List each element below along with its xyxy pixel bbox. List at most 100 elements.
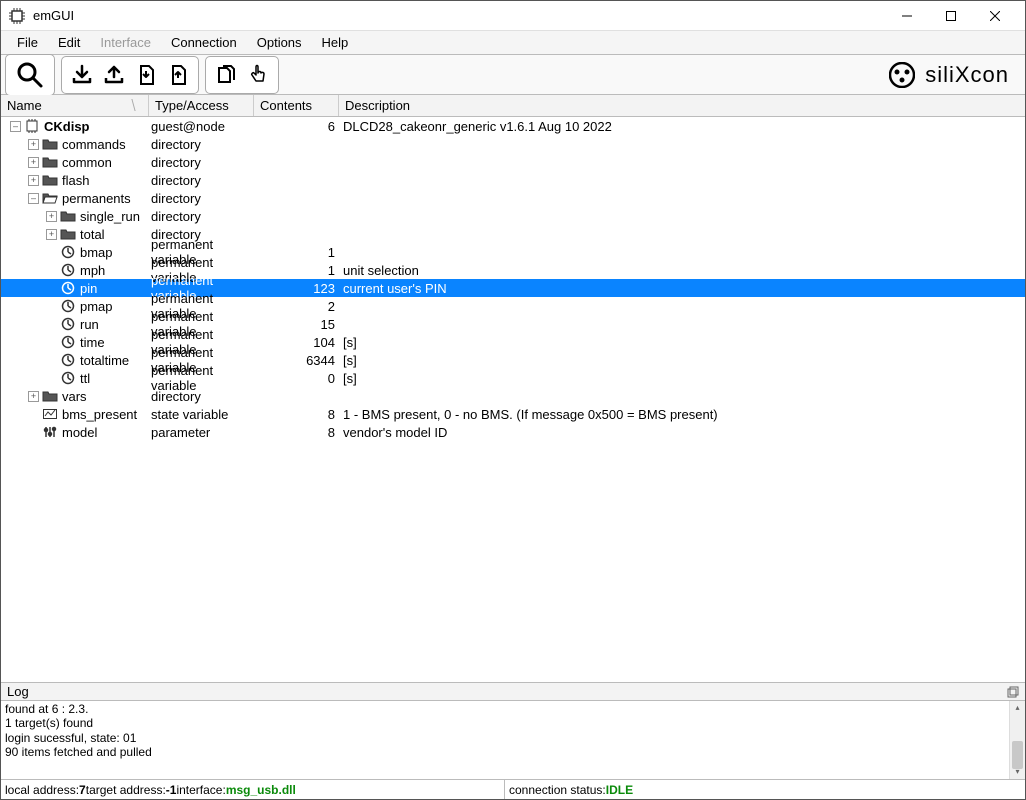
duplicate-icon bbox=[215, 64, 237, 86]
expand-icon[interactable]: + bbox=[28, 175, 39, 186]
expand-icon[interactable]: + bbox=[28, 391, 39, 402]
expand-icon[interactable]: + bbox=[28, 157, 39, 168]
file-in-icon bbox=[135, 64, 157, 86]
row-contents: 123 bbox=[254, 281, 339, 296]
export-file-button[interactable] bbox=[163, 60, 193, 90]
row-type: directory bbox=[149, 155, 254, 170]
log-title: Log bbox=[7, 684, 29, 699]
log-line: 90 items fetched and pulled bbox=[5, 745, 1021, 759]
menu-connection[interactable]: Connection bbox=[161, 33, 247, 52]
import-file-button[interactable] bbox=[131, 60, 161, 90]
row-label: permanents bbox=[62, 191, 131, 206]
row-label: pin bbox=[80, 281, 97, 296]
column-name[interactable]: Name bbox=[1, 95, 149, 116]
expander-spacer bbox=[46, 247, 57, 258]
tree-row[interactable]: + common directory bbox=[1, 153, 1025, 171]
hand-pointer-icon bbox=[247, 64, 269, 86]
popout-icon[interactable] bbox=[1007, 686, 1019, 698]
log-line: found at 6 : 2.3. bbox=[5, 702, 1021, 716]
folder-icon bbox=[60, 209, 76, 223]
var-icon bbox=[60, 245, 76, 259]
tree-row[interactable]: ttlpermanent variable0[s] bbox=[1, 369, 1025, 387]
row-label: flash bbox=[62, 173, 89, 188]
tree-row[interactable]: bms_presentstate variable81 - BMS presen… bbox=[1, 405, 1025, 423]
var-icon bbox=[60, 317, 76, 331]
scroll-down-icon[interactable]: ▾ bbox=[1010, 765, 1025, 779]
expand-icon[interactable]: + bbox=[46, 229, 57, 240]
row-contents: 104 bbox=[254, 335, 339, 350]
log-line: 1 target(s) found bbox=[5, 716, 1021, 730]
var-icon bbox=[60, 371, 76, 385]
expand-icon[interactable]: + bbox=[28, 139, 39, 150]
column-type[interactable]: Type/Access bbox=[149, 95, 254, 116]
row-label: CKdisp bbox=[44, 119, 90, 134]
tree-row[interactable]: modelparameter8vendor's model ID bbox=[1, 423, 1025, 441]
row-type: directory bbox=[149, 209, 254, 224]
folder-icon bbox=[60, 227, 76, 241]
column-header: Name Type/Access Contents Description bbox=[1, 95, 1025, 117]
pointer-button[interactable] bbox=[243, 60, 273, 90]
close-button[interactable] bbox=[973, 2, 1017, 30]
expander-spacer bbox=[28, 409, 39, 420]
brand-icon bbox=[889, 62, 915, 88]
column-contents[interactable]: Contents bbox=[254, 95, 339, 116]
param-icon bbox=[42, 425, 58, 439]
tree-row[interactable]: +flashdirectory bbox=[1, 171, 1025, 189]
row-label: pmap bbox=[80, 299, 113, 314]
expand-icon[interactable]: + bbox=[46, 211, 57, 222]
row-contents: 0 bbox=[254, 371, 339, 386]
log-scrollbar[interactable]: ▴ ▾ bbox=[1009, 701, 1025, 779]
state-icon bbox=[42, 407, 58, 421]
folder-icon bbox=[42, 389, 58, 403]
row-label: common bbox=[62, 155, 112, 170]
expander-spacer bbox=[46, 373, 57, 384]
row-description: [s] bbox=[339, 353, 1025, 368]
row-contents: 8 bbox=[254, 425, 339, 440]
menu-options[interactable]: Options bbox=[247, 33, 312, 52]
log-body[interactable]: found at 6 : 2.3.1 target(s) foundlogin … bbox=[1, 701, 1025, 779]
collapse-icon[interactable]: – bbox=[10, 121, 21, 132]
tree-row[interactable]: –CKdispguest@node6DLCD28_cakeonr_generic… bbox=[1, 117, 1025, 135]
collapse-icon[interactable]: – bbox=[28, 193, 39, 204]
menu-file[interactable]: File bbox=[7, 33, 48, 52]
row-label: vars bbox=[62, 389, 87, 404]
duplicate-file-button[interactable] bbox=[211, 60, 241, 90]
titlebar: emGUI bbox=[1, 1, 1025, 31]
row-type: directory bbox=[149, 137, 254, 152]
folder-icon bbox=[42, 137, 58, 151]
scroll-up-icon[interactable]: ▴ bbox=[1010, 701, 1025, 715]
chip-icon bbox=[24, 119, 40, 133]
download-button[interactable] bbox=[67, 60, 97, 90]
expander-spacer bbox=[46, 283, 57, 294]
tree-row[interactable]: –permanentsdirectory bbox=[1, 189, 1025, 207]
app-chip-icon bbox=[9, 8, 25, 24]
tree-pane[interactable]: –CKdispguest@node6DLCD28_cakeonr_generic… bbox=[1, 117, 1025, 682]
download-icon bbox=[71, 64, 93, 86]
column-description[interactable]: Description bbox=[339, 95, 1025, 116]
tree-row[interactable]: +commandsdirectory bbox=[1, 135, 1025, 153]
menu-help[interactable]: Help bbox=[312, 33, 359, 52]
search-button[interactable] bbox=[11, 58, 49, 92]
row-description: 1 - BMS present, 0 - no BMS. (If message… bbox=[339, 407, 1025, 422]
row-contents: 6 bbox=[254, 119, 339, 134]
minimize-button[interactable] bbox=[885, 2, 929, 30]
menu-edit[interactable]: Edit bbox=[48, 33, 90, 52]
row-description: unit selection bbox=[339, 263, 1025, 278]
row-description: [s] bbox=[339, 335, 1025, 350]
var-icon bbox=[60, 335, 76, 349]
tree-row[interactable]: +single_rundirectory bbox=[1, 207, 1025, 225]
window-title: emGUI bbox=[33, 8, 74, 23]
tree-row[interactable]: +varsdirectory bbox=[1, 387, 1025, 405]
row-label: model bbox=[62, 425, 97, 440]
log-line: login sucessful, state: 01 bbox=[5, 731, 1021, 745]
expander-spacer bbox=[46, 337, 57, 348]
maximize-button[interactable] bbox=[929, 2, 973, 30]
expander-spacer bbox=[28, 427, 39, 438]
row-description: [s] bbox=[339, 371, 1025, 386]
search-icon bbox=[15, 60, 45, 90]
row-contents: 6344 bbox=[254, 353, 339, 368]
upload-button[interactable] bbox=[99, 60, 129, 90]
row-contents: 15 bbox=[254, 317, 339, 332]
brand-logo: siliXcon bbox=[889, 62, 1021, 88]
row-label: time bbox=[80, 335, 105, 350]
